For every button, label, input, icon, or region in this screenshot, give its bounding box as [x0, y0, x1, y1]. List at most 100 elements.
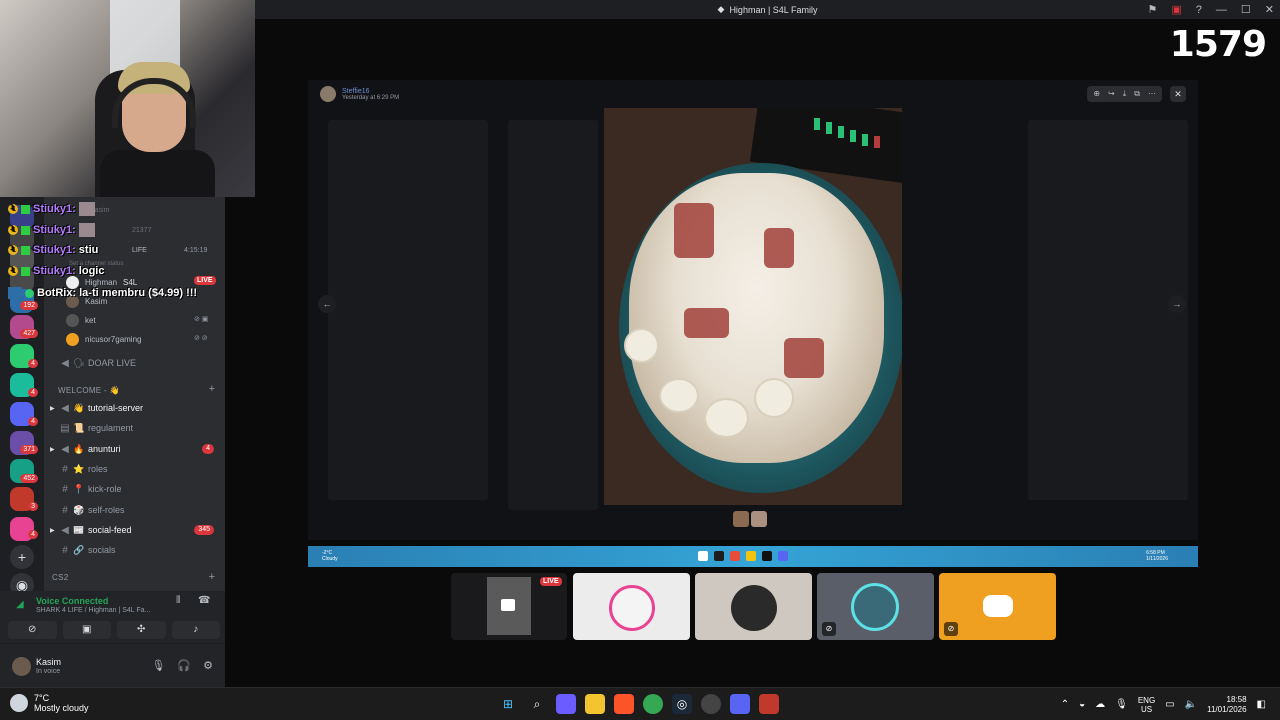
windows-taskbar: 7°C Mostly cloudy ⊞ ⌕ ◎ ⌃ ◒ ☁ 🎙 ENG US ▭… [0, 687, 1280, 720]
avatar[interactable] [12, 657, 31, 676]
poster-name[interactable]: Steffie16 [342, 88, 399, 95]
channel-kick-role[interactable]: # 📍 kick-role [50, 479, 222, 499]
announcement-icon: ◀ [61, 524, 69, 536]
viewed-photo [604, 108, 902, 505]
voice-tile[interactable]: ⊘ [817, 573, 934, 640]
user-name[interactable]: Kasim [36, 657, 61, 667]
download-icon[interactable]: ⤓ [1123, 89, 1127, 99]
maximize-button[interactable]: ☐ [1241, 3, 1251, 16]
server-badge: 371 [20, 445, 38, 454]
server-badge: 452 [20, 474, 38, 483]
add-channel-icon[interactable]: + [209, 571, 215, 583]
chat-message: 1 Stiuky1: [8, 223, 95, 237]
add-channel-icon[interactable]: + [209, 383, 215, 395]
webcam-overlay [0, 0, 255, 197]
shield-icon[interactable] [759, 694, 779, 714]
add-server-button[interactable]: + [10, 545, 34, 569]
screen-icon[interactable]: ▣ [1171, 3, 1181, 16]
headphones-icon[interactable]: 🎧 [177, 659, 191, 672]
badge-icon: 1 [8, 225, 18, 235]
emote-icon [78, 202, 95, 216]
screen-share-button[interactable]: ▣ [62, 621, 111, 639]
soundboard-button[interactable]: ♪ [171, 621, 220, 639]
thumbnail[interactable] [733, 511, 749, 527]
steam-icon[interactable]: ◎ [672, 694, 692, 714]
volume-icon[interactable]: 🔈 [1185, 699, 1197, 710]
voice-channel-name[interactable]: SHARK 4 LIFE / Highman | S4L Fa... [36, 607, 150, 614]
voice-user[interactable]: nicusor7gaming [66, 330, 141, 348]
server-badge: 3 [28, 502, 38, 511]
voice-status[interactable]: Voice Connected [36, 596, 108, 606]
network-tray-icon[interactable]: ◒ [1079, 699, 1085, 710]
channel-tutorial-server[interactable]: ▶ ◀ 👋 tutorial-server [50, 398, 222, 418]
camera-off-button[interactable]: ⊘ [8, 621, 57, 639]
poster-avatar [320, 86, 336, 102]
flag-icon[interactable]: ⚑ [1148, 3, 1158, 16]
close-viewer-button[interactable]: ✕ [1170, 86, 1186, 102]
image-poster: Steffie16 Yesterday at 6:29 PM [320, 86, 399, 102]
minimize-button[interactable]: — [1216, 4, 1227, 16]
viewer-count: 1579 [1169, 24, 1267, 65]
obs-icon[interactable] [701, 694, 721, 714]
user-panel: Kasim In voice 🎙 🎧 ⚙ [0, 643, 225, 687]
channel-social-feed[interactable]: ▶ ◀ 📰 social-feed 345 [50, 520, 222, 540]
voice-tile[interactable] [695, 573, 812, 640]
server-badge: 4 [28, 530, 38, 539]
file-explorer-icon[interactable] [585, 694, 605, 714]
more-icon[interactable]: ⋯ [1148, 89, 1156, 99]
disconnect-icon[interactable]: ☎ [198, 595, 210, 606]
next-image-button[interactable]: → [1168, 295, 1186, 313]
channel-self-roles[interactable]: # 🎲 self-roles [50, 500, 222, 520]
chrome-icon[interactable] [643, 694, 663, 714]
prev-image-button[interactable]: ← [318, 295, 336, 313]
mic-tray-icon[interactable]: 🎙 [1115, 699, 1128, 710]
mention-badge: 345 [194, 525, 214, 535]
chevron-up-icon[interactable]: ⌃ [1061, 699, 1069, 710]
voice-user[interactable]: ket [66, 311, 96, 329]
live-badge: LIVE [194, 276, 216, 285]
window-titlebar: ◆ Highman | S4L Family ⚑ ▣ ? — ☐ ✕ [255, 0, 1280, 19]
brave-icon[interactable] [614, 694, 634, 714]
speaker-icon: ◀ [61, 357, 69, 369]
server-badge: 192 [20, 301, 38, 310]
category-welcome[interactable]: WELCOME - 👋 [58, 386, 120, 395]
channel-regulament[interactable]: ▤ 📜 regulament [50, 418, 222, 438]
sub-badge-icon [21, 204, 30, 214]
clock[interactable]: 18:58 11/01/2026 [1207, 695, 1246, 715]
discord-icon[interactable] [730, 694, 750, 714]
settings-icon[interactable]: ⚙ [203, 659, 213, 672]
mention-badge: 4 [202, 444, 214, 454]
open-external-icon[interactable]: ⧉ [1134, 89, 1140, 99]
mic-icon[interactable]: 🎙 [151, 659, 165, 672]
badge-icon: 1 [8, 245, 18, 255]
close-button[interactable]: ✕ [1265, 3, 1274, 16]
camera-off-icon: ⊘ [822, 622, 836, 636]
notification-icon[interactable]: ◧ [1257, 699, 1266, 710]
copilot-icon[interactable] [556, 694, 576, 714]
chat-message: 1 Stiuky1: [8, 202, 95, 216]
voice-tile[interactable]: ⊘ [939, 573, 1056, 640]
category-cs2[interactable]: CS2 [52, 573, 68, 582]
hash-icon: # [62, 544, 68, 556]
channel-anunturi[interactable]: ▶ ◀ 🔥 anunturi 4 [50, 439, 222, 459]
search-icon[interactable]: ⌕ [527, 694, 547, 714]
thumbnail[interactable] [751, 511, 767, 527]
sub-badge-icon [21, 245, 30, 255]
voice-tile[interactable] [573, 573, 690, 640]
zoom-icon[interactable]: ⊕ [1093, 89, 1100, 99]
emote-icon [78, 223, 95, 237]
channel-doar-live[interactable]: ◀ 🗣 DOAR LIVE [50, 353, 222, 373]
muted-icon: ⊘ ⊘ [194, 335, 208, 342]
forward-icon[interactable]: ↪ [1108, 89, 1115, 99]
onedrive-icon[interactable]: ☁ [1095, 699, 1105, 710]
channel-socials[interactable]: # 🔗 socials [50, 540, 222, 560]
activities-button[interactable]: ✣ [117, 621, 166, 639]
wifi-icon[interactable]: ▭ [1165, 699, 1174, 710]
channel-roles[interactable]: # ⭐ roles [50, 459, 222, 479]
language-switcher[interactable]: ENG US [1138, 696, 1155, 714]
rules-icon: ▤ [60, 422, 70, 434]
start-icon[interactable]: ⊞ [498, 694, 518, 714]
noise-suppression-icon[interactable]: ⦀ [176, 595, 180, 606]
help-icon[interactable]: ? [1196, 4, 1202, 16]
weather-widget[interactable]: 7°C Mostly cloudy [10, 693, 89, 713]
